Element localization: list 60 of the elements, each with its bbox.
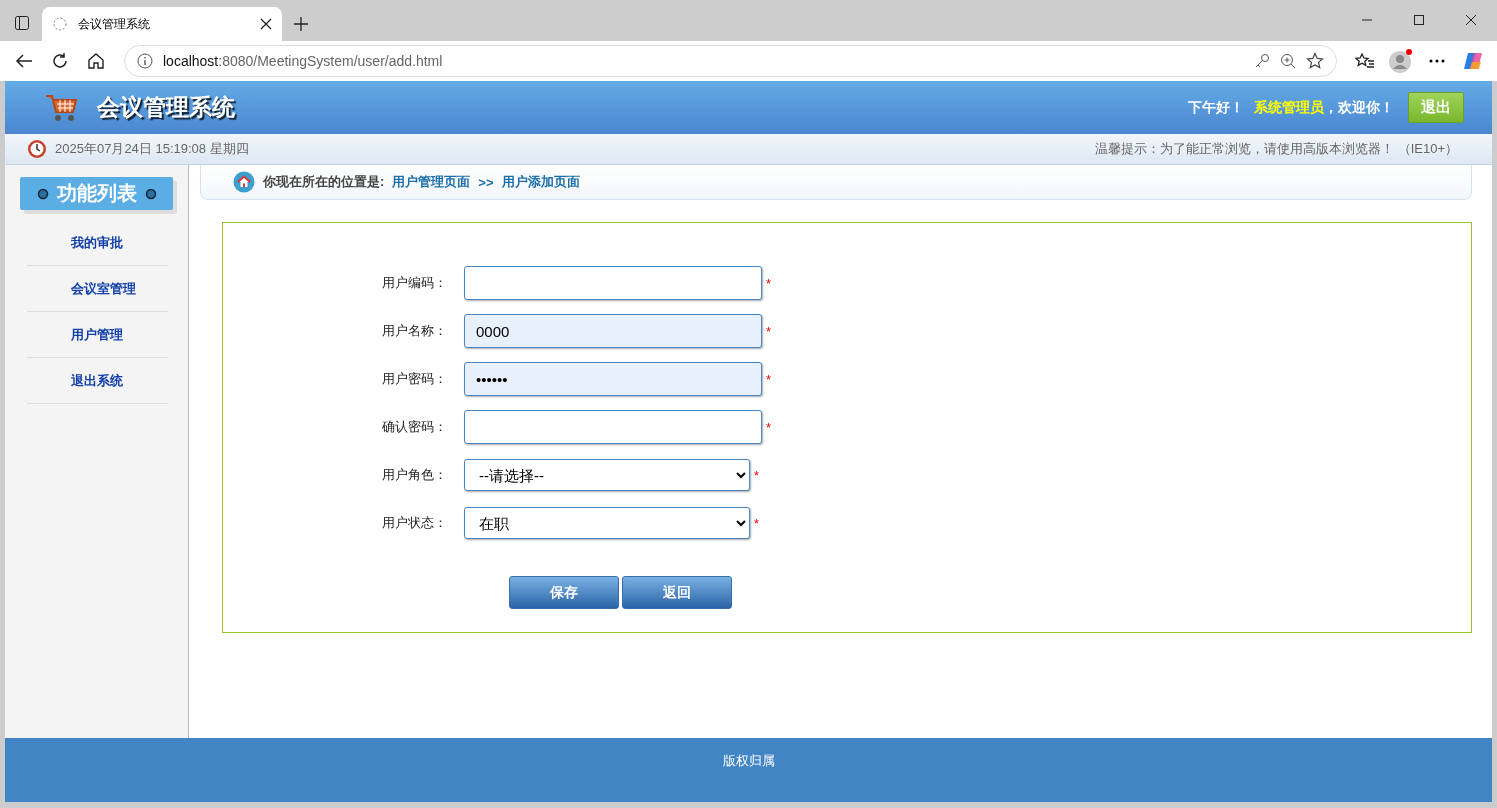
back-icon[interactable]	[15, 53, 33, 69]
field-label: 用户状态：	[381, 514, 448, 532]
key-icon[interactable]	[1254, 53, 1270, 69]
field-label: 确认密码：	[381, 418, 448, 436]
home-icon[interactable]	[87, 52, 105, 70]
greeting-text: 下午好！	[1188, 98, 1244, 117]
sidebar-toggle-icon[interactable]	[14, 15, 30, 31]
input-field[interactable]	[464, 266, 762, 300]
maximize-icon[interactable]	[1413, 14, 1425, 26]
location-label: 你现在所在的位置是:	[263, 173, 385, 191]
select-field[interactable]: 在职	[464, 507, 750, 539]
shopping-cart-icon	[45, 92, 79, 123]
sidebar-link[interactable]: 会议室管理	[71, 279, 136, 298]
browser-tab[interactable]: 会议管理系统	[42, 7, 282, 41]
sidebar-link[interactable]: 我的审批	[71, 233, 123, 252]
breadcrumb-link[interactable]: 用户添加页面	[501, 173, 580, 191]
tab-title: 会议管理系统	[78, 15, 151, 33]
user-name: 系统管理员	[1254, 98, 1324, 117]
site-favicon-icon	[52, 16, 68, 32]
input-field[interactable]: 0000	[464, 314, 762, 348]
copyright-text: 版权归属	[722, 752, 775, 770]
welcome-text: ，欢迎你！	[1324, 98, 1394, 117]
required-mark: *	[766, 275, 772, 291]
app-title: 会议管理系统	[97, 93, 236, 122]
dot-icon	[144, 187, 157, 200]
info-icon[interactable]	[137, 53, 153, 69]
date-time-text: 2025年07月24日 15:19:08 星期四	[55, 140, 250, 158]
required-mark: *	[766, 419, 772, 435]
close-icon[interactable]	[260, 18, 272, 30]
required-mark: *	[754, 515, 760, 531]
sidebar-link[interactable]: 用户管理	[71, 325, 123, 344]
required-mark: *	[766, 371, 772, 387]
refresh-icon[interactable]	[51, 52, 69, 70]
more-icon[interactable]	[1429, 59, 1445, 63]
clock-icon	[27, 139, 47, 159]
password-field[interactable]: ••••••	[464, 362, 762, 396]
form-button[interactable]: 保存	[509, 576, 619, 609]
field-label: 用户名称：	[381, 322, 448, 340]
field-label: 用户密码：	[381, 370, 448, 388]
url-text: localhost:8080/MeetingSystem/user/add.html	[163, 53, 444, 69]
breadcrumb-link[interactable]: 用户管理页面	[392, 173, 471, 191]
sidebar-link[interactable]: 退出系统	[71, 371, 123, 390]
dot-icon	[36, 187, 49, 200]
password-field[interactable]	[464, 410, 762, 444]
required-mark: *	[766, 323, 772, 339]
required-mark: *	[754, 467, 760, 483]
browser-tip-text: 温馨提示：为了能正常浏览，请使用高版本浏览器！ （IE10+）	[1095, 140, 1458, 158]
star-icon[interactable]	[1306, 52, 1324, 70]
close-icon[interactable]	[1465, 14, 1477, 26]
breadcrumb-separator: >>	[478, 174, 494, 190]
zoom-icon[interactable]	[1280, 53, 1296, 69]
select-field[interactable]: --请选择--	[464, 459, 750, 491]
new-tab-icon[interactable]	[294, 17, 308, 31]
favorites-icon[interactable]	[1355, 52, 1375, 70]
field-label: 用户编码：	[381, 274, 448, 292]
home-icon	[233, 171, 255, 193]
profile-avatar-icon[interactable]	[1388, 48, 1414, 74]
copilot-icon[interactable]	[1462, 50, 1484, 72]
field-label: 用户角色：	[381, 466, 448, 484]
form-button[interactable]: 返回	[622, 576, 732, 609]
